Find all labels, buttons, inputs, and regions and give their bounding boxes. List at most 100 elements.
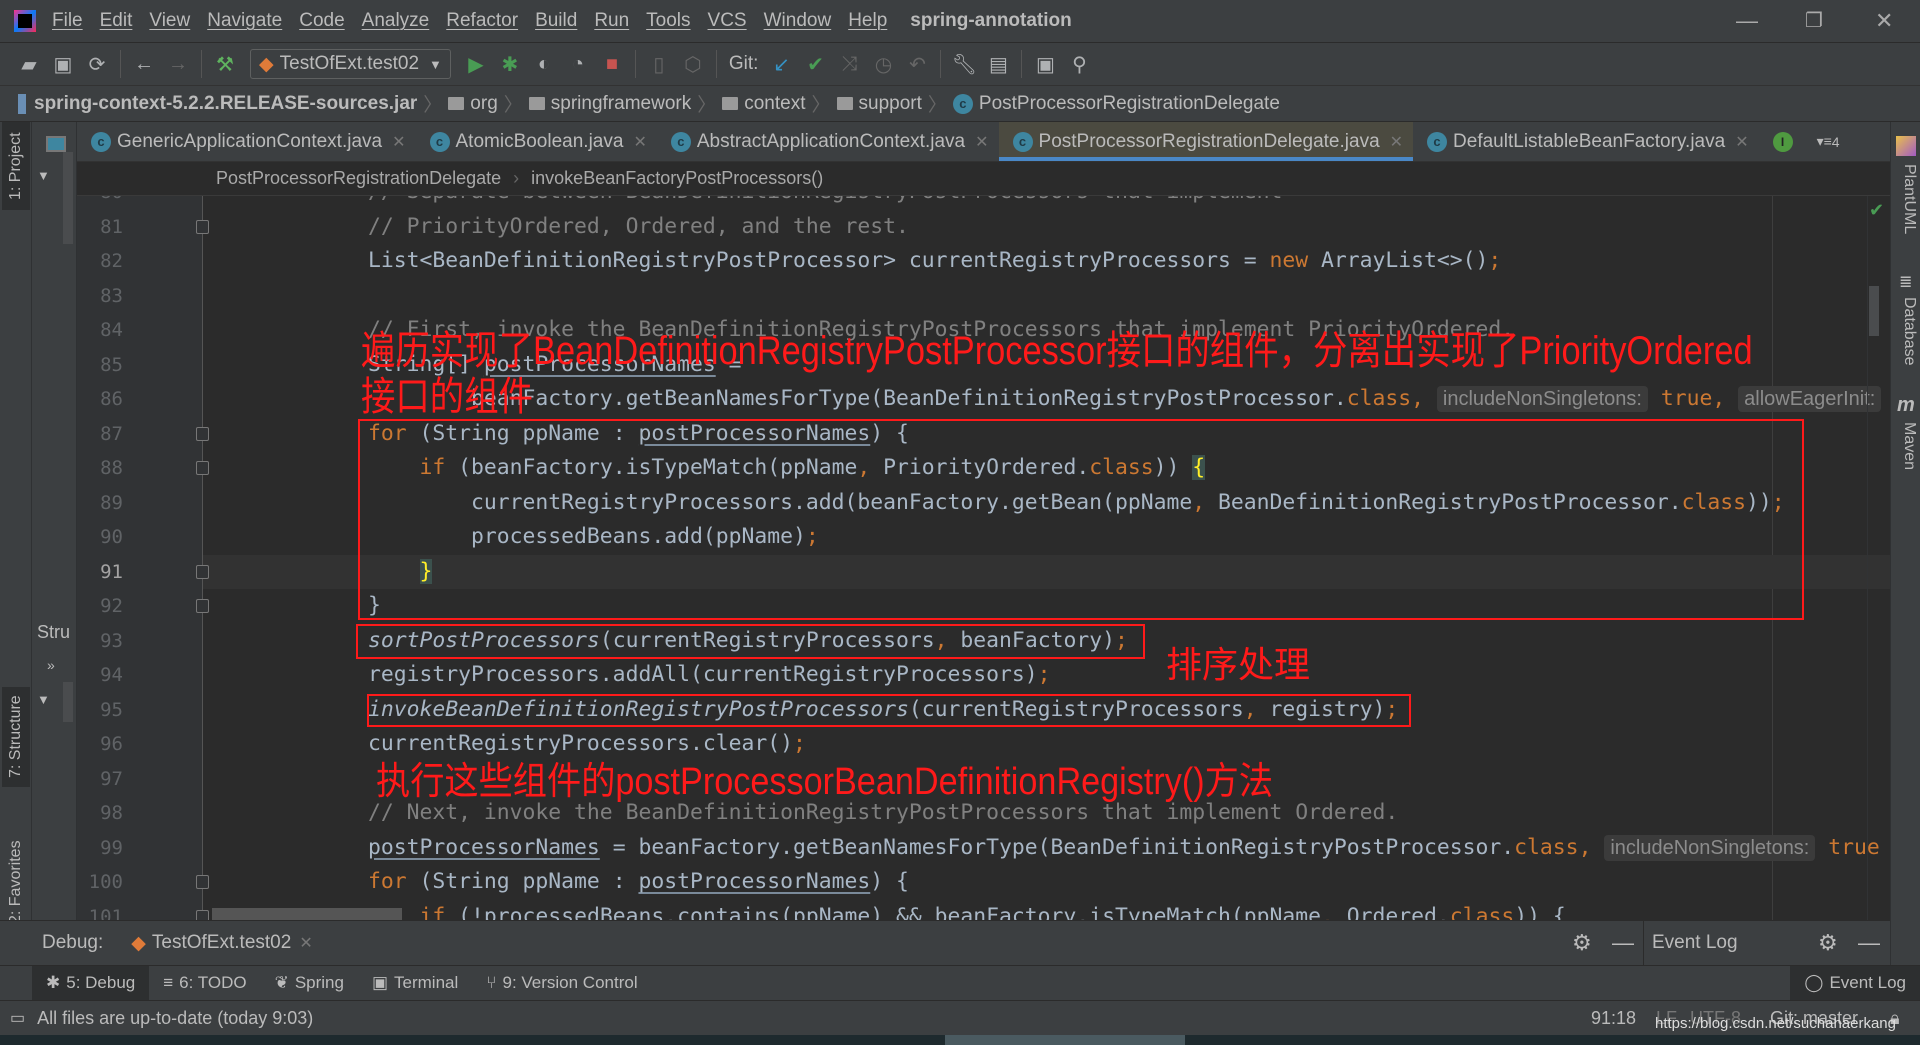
build-hammer-icon[interactable]: ⚒ [208,52,242,77]
editor-tab[interactable]: c AbstractApplicationContext.java ✕ [657,122,999,161]
attach-icon[interactable]: ▯ [642,52,676,77]
line-number: 83 [100,284,123,307]
menu-build[interactable]: Build [535,10,577,32]
tab-overflow-button[interactable]: ▾≡ 4 [1803,122,1850,161]
stop-icon[interactable]: ■ [595,53,629,76]
expand-triangle-icon[interactable]: ▼ [37,168,50,183]
more-icon[interactable]: » [47,657,55,673]
run-coverage-icon[interactable]: ◐ [527,53,561,76]
structure-tool-tab[interactable]: 7: Structure [2,687,30,787]
panel-scrollbar[interactable] [63,152,73,244]
horizontal-scrollbar[interactable] [212,908,402,920]
sync-icon[interactable]: ⟳ [80,52,114,77]
editor-scrollbar[interactable] [1869,286,1879,336]
tool-window-debug[interactable]: ✱ 5: Debug [32,965,150,1001]
close-tab-icon[interactable]: ✕ [1390,132,1403,152]
close-tab-icon[interactable]: ✕ [1735,132,1748,152]
menu-vcs[interactable]: VCS [708,10,747,32]
menu-file[interactable]: File [52,10,83,32]
menu-window[interactable]: Window [764,10,832,32]
panel-scrollbar[interactable] [63,682,73,722]
git-commit-icon[interactable]: ✔ [798,52,832,77]
nav-support[interactable]: support 〉 [836,90,953,117]
run-icon[interactable]: ▶ [459,52,493,77]
editor-tab[interactable]: c GenericApplicationContext.java ✕ [77,122,416,161]
debug-session-tab[interactable]: TestOfExt.test02 [152,932,291,954]
fold-marker-icon[interactable] [196,219,209,234]
editor-tab[interactable]: c PostProcessorRegistrationDelegate.java ✕ [998,122,1414,161]
menu-help[interactable]: Help [848,10,887,32]
run-configuration-dropdown[interactable]: ◆ TestOfExt.test02 ▼ [250,49,451,79]
code-token: class [1514,834,1579,860]
close-button[interactable]: ✕ [1875,8,1893,34]
nav-org[interactable]: org 〉 [448,90,528,117]
fold-marker-icon[interactable] [196,461,209,475]
maven-tool-tab[interactable]: Maven [1894,422,1918,470]
tool-window-spring[interactable]: ❦ Spring [261,966,358,1001]
search-icon[interactable]: ⚲ [1062,52,1096,77]
git-history-icon[interactable]: ◷ [866,52,900,77]
favorites-tool-tab[interactable]: 2: Favorites [2,832,30,932]
menu-tools[interactable]: Tools [646,10,690,32]
fold-marker-icon[interactable] [196,426,209,441]
plantuml-tool-tab[interactable]: PlantUML [1894,164,1918,234]
breadcrumb-method[interactable]: invokeBeanFactoryPostProcessors() [531,168,823,189]
menu-navigate[interactable]: Navigate [207,10,282,32]
editor-tab[interactable]: c AtomicBoolean.java ✕ [416,122,657,161]
close-tab-icon[interactable]: ✕ [633,132,646,152]
expand-triangle-icon[interactable]: ▼ [37,692,50,707]
close-tab-icon[interactable]: ✕ [975,132,988,152]
tool-window-versioncontrol[interactable]: ⑂ 9: Version Control [472,966,651,1001]
gear-icon[interactable]: ⚙ [1572,930,1592,956]
profile-icon[interactable]: ◔ [561,53,595,76]
tool-window-terminal[interactable]: ▣ Terminal [358,966,472,1001]
fold-marker-icon[interactable] [196,875,209,889]
gear-icon[interactable]: ⚙ [1818,930,1838,956]
interface-tab-icon[interactable]: I [1759,122,1803,161]
caret-position[interactable]: 91:18 [1591,1008,1636,1029]
minimize-button[interactable]: — [1736,8,1758,34]
inspection-ok-check-icon[interactable]: ✔ [1869,200,1884,221]
menu-code[interactable]: Code [299,10,344,32]
breadcrumb-class[interactable]: PostProcessorRegistrationDelegate [216,168,501,189]
project-structure-icon[interactable]: ▤ [981,52,1015,77]
tool-window-todo[interactable]: ≡ 6: TODO [149,966,260,1001]
git-compare-icon[interactable]: ⤨ [832,53,866,76]
minimize-panel-icon[interactable]: — [1858,930,1880,956]
project-tool-tab[interactable]: 1: Project [2,122,30,210]
nav-springframework[interactable]: springframework 〉 [528,90,722,117]
terminal-icon[interactable]: ▣ [1028,52,1062,77]
nav-class[interactable]: c PostProcessorRegistrationDelegate [952,93,1280,115]
fold-marker-icon[interactable] [196,564,209,579]
debug-icon[interactable]: ✱ [493,52,527,77]
deploy-icon[interactable]: ⬡ [676,52,710,77]
save-icon[interactable]: ▣ [46,52,80,77]
menu-view[interactable]: View [149,10,190,32]
fold-marker-icon[interactable] [196,599,209,613]
line-number: 94 [100,664,123,686]
nav-context[interactable]: context 〉 [722,90,836,117]
back-icon[interactable]: ← [127,53,161,76]
fold-marker-icon[interactable] [196,909,209,920]
close-session-icon[interactable]: ✕ [299,933,312,953]
open-folder-icon[interactable]: ▰ [12,52,46,77]
tool-window-icon: ▣ [371,973,389,992]
editor-tab[interactable]: c DefaultListableBeanFactory.java ✕ [1413,122,1759,161]
forward-icon[interactable]: → [161,53,195,76]
settings-wrench-icon[interactable]: 🔧︎ [947,52,981,77]
nav-jar[interactable]: spring-context-5.2.2.RELEASE-sources.jar… [18,90,448,117]
code-token: ; [1037,662,1051,687]
git-revert-icon[interactable]: ↶ [900,52,934,77]
close-tab-icon[interactable]: ✕ [392,132,405,152]
event-log-button[interactable]: ◯ Event Log [1790,965,1920,1001]
menu-run[interactable]: Run [594,10,629,32]
restore-button[interactable]: ❐ [1805,8,1823,33]
minimize-panel-icon[interactable]: — [1612,930,1634,956]
panel-view-icon[interactable] [46,136,66,152]
database-tool-tab[interactable]: Database [1894,297,1918,366]
menu-edit[interactable]: Edit [100,10,133,32]
menu-analyze[interactable]: Analyze [362,10,430,32]
status-icon[interactable]: ▭ [10,1008,25,1028]
git-update-icon[interactable]: ↙ [764,52,798,77]
menu-refactor[interactable]: Refactor [446,10,518,32]
